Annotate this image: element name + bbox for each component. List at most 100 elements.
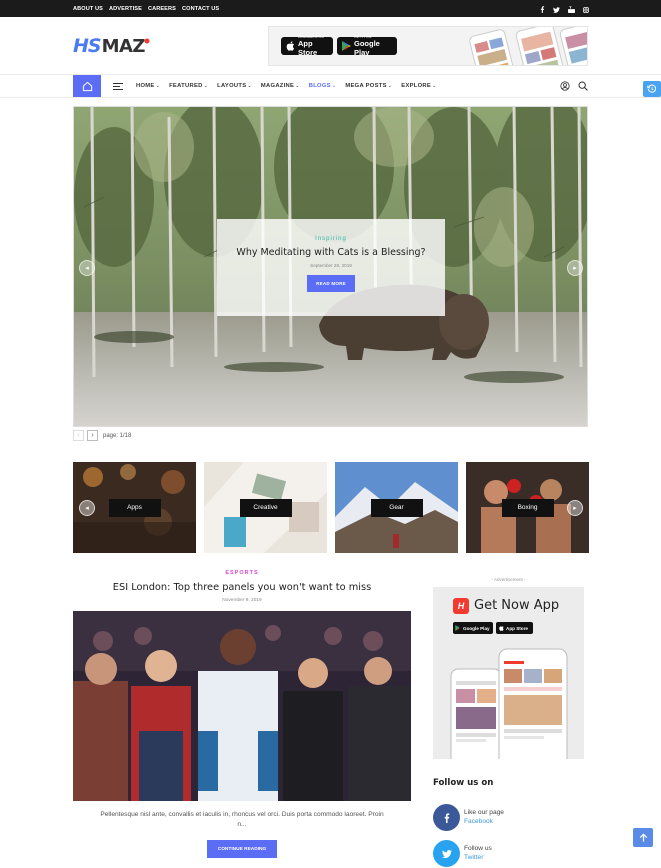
facebook-circle[interactable]	[433, 804, 460, 831]
twitter-icon[interactable]	[553, 0, 560, 18]
social-line-1: Follow us	[464, 845, 492, 852]
top-link-advertise[interactable]: ADVERTISE	[109, 6, 142, 12]
apple-icon	[286, 41, 294, 51]
top-link-careers[interactable]: CAREERS	[148, 6, 176, 12]
arrow-right-icon: ▸	[573, 264, 577, 272]
facebook-icon[interactable]	[540, 0, 545, 18]
header-ad-banner[interactable]: Download on the App Store GET IT ON Goog…	[268, 26, 588, 66]
app-ad[interactable]: H Get Now App Google Play App Store	[433, 587, 584, 759]
user-icon[interactable]	[560, 81, 570, 91]
nav-item-label: MEGA POSTS	[345, 83, 387, 89]
social-line-2[interactable]: Facebook	[464, 818, 493, 825]
nav-item-label: BLOGS	[308, 83, 331, 89]
history-button[interactable]	[643, 81, 661, 97]
category-next-arrow[interactable]: ▸	[567, 500, 583, 516]
post-excerpt-line-1: Pellentesque nisl ante, convallis et iac…	[100, 811, 384, 818]
googleplay-badge[interactable]: GET IT ON Google Play	[337, 35, 397, 57]
top-social	[540, 0, 589, 17]
pager-text: page: 1/18	[103, 432, 132, 439]
post-excerpt-line-2: n...	[237, 821, 247, 828]
ad-label: - Advertisement -	[491, 577, 526, 582]
arrow-left-icon: ◂	[85, 505, 89, 512]
hero-prev-arrow[interactable]: ◂	[79, 260, 95, 276]
app-ad-title: Get Now App	[474, 598, 560, 613]
nav-item-label: MAGAZINE	[260, 83, 295, 89]
top-bar: ABOUT US ADVERTISE CAREERS CONTACT US	[0, 0, 661, 17]
chevron-down-icon: ⌄	[155, 83, 161, 89]
chevron-down-icon: ⌄	[247, 83, 252, 89]
main-nav: HOME⌄ FEATURED⌄ LAYOUTS⌄ MAGAZINE⌄ BLOGS…	[0, 74, 661, 98]
appstore-mini-text: App Store	[506, 625, 528, 631]
nav-item-mega-posts[interactable]: MEGA POSTS⌄	[345, 83, 392, 89]
social-facebook[interactable]: Like our page Facebook	[433, 804, 584, 832]
google-play-icon	[342, 41, 351, 51]
nav-item-label: LAYOUTS	[217, 83, 247, 89]
back-to-top-button[interactable]	[633, 828, 653, 847]
post-date: November 9, 2019	[222, 598, 262, 603]
chevron-down-icon: ⌄	[331, 83, 337, 89]
category-prev-arrow[interactable]: ◂	[79, 500, 95, 516]
logo-dot-icon	[144, 38, 150, 44]
nav-menu: HOME⌄ FEATURED⌄ LAYOUTS⌄ MAGAZINE⌄ BLOGS…	[136, 75, 437, 97]
category-carousel: Apps Creative Gear Boxing	[73, 462, 589, 553]
hero-pager: ‹ › page: 1/18	[73, 430, 131, 441]
continue-reading-button[interactable]: CONTINUE READING	[207, 840, 277, 858]
social-twitter[interactable]: Follow us Twitter	[433, 840, 584, 868]
nav-item-featured[interactable]: FEATURED⌄	[169, 83, 208, 89]
apple-icon	[499, 626, 504, 631]
appstore-big-text: App Store	[298, 39, 318, 57]
top-link-about[interactable]: ABOUT US	[73, 6, 103, 12]
hero-read-more-button[interactable]: READ MORE	[307, 275, 355, 292]
instagram-icon[interactable]	[583, 0, 589, 18]
category-label: Gear	[370, 498, 423, 517]
nav-item-label: EXPLORE	[401, 83, 432, 89]
nav-item-blogs[interactable]: BLOGS⌄	[309, 83, 337, 89]
pager-next-button[interactable]: ›	[87, 430, 98, 441]
hero-caption: Inspiring Why Meditating with Cats is a …	[217, 219, 445, 316]
nav-item-label: HOME	[136, 83, 155, 89]
twitter-circle[interactable]	[433, 840, 460, 867]
history-icon	[647, 84, 657, 93]
post-image[interactable]	[73, 611, 411, 801]
nav-icons	[560, 81, 588, 91]
hero-next-arrow[interactable]: ▸	[567, 260, 583, 276]
appstore-badge[interactable]: Download on the App Store	[281, 35, 333, 57]
youtube-icon[interactable]	[568, 0, 575, 18]
featured-post: ESPORTS ESI London: Top three panels you…	[73, 570, 411, 858]
googleplay-mini-badge[interactable]: Google Play	[453, 622, 493, 634]
google-play-icon	[455, 625, 460, 631]
category-label: Creative	[239, 498, 292, 517]
category-card-creative[interactable]: Creative	[204, 462, 327, 553]
logo-part-1: HS	[73, 35, 102, 57]
top-link-contact[interactable]: CONTACT US	[182, 6, 219, 12]
phones-illustration	[469, 27, 587, 65]
nav-item-home[interactable]: HOME⌄	[136, 83, 160, 89]
menu-burger-icon[interactable]	[113, 83, 123, 90]
site-logo[interactable]: HS MAZ	[73, 35, 150, 57]
home-button[interactable]	[73, 75, 101, 97]
nav-item-magazine[interactable]: MAGAZINE⌄	[261, 83, 300, 89]
googleplay-mini-text: Google Play	[463, 625, 490, 631]
social-line-2[interactable]: Twitter	[464, 854, 483, 861]
app-phones-illustration	[450, 648, 568, 759]
hero-slider[interactable]: Inspiring Why Meditating with Cats is a …	[73, 106, 588, 427]
chevron-down-icon: ⌄	[203, 83, 209, 89]
search-icon[interactable]	[578, 81, 588, 91]
nav-item-explore[interactable]: EXPLORE⌄	[401, 83, 436, 89]
hero-category[interactable]: Inspiring	[217, 236, 445, 242]
category-card-gear[interactable]: Gear	[335, 462, 458, 553]
appstore-mini-badge[interactable]: App Store	[496, 622, 533, 634]
category-label: Boxing	[501, 498, 554, 517]
post-excerpt: Pellentesque nisl ante, convallis et iac…	[73, 810, 411, 830]
home-icon	[82, 81, 92, 91]
nav-item-label: FEATURED	[169, 83, 203, 89]
hero-title[interactable]: Why Meditating with Cats is a Blessing?	[217, 247, 445, 258]
pager-prev-button[interactable]: ‹	[73, 430, 84, 441]
post-category[interactable]: ESPORTS	[73, 570, 411, 576]
twitter-icon	[441, 849, 452, 858]
post-title[interactable]: ESI London: Top three panels you won't w…	[73, 582, 411, 593]
chevron-down-icon: ⌄	[295, 83, 300, 89]
googleplay-big-text: Google Play	[354, 39, 380, 57]
logo-part-2: MAZ	[101, 35, 146, 57]
nav-item-layouts[interactable]: LAYOUTS⌄	[217, 83, 252, 89]
